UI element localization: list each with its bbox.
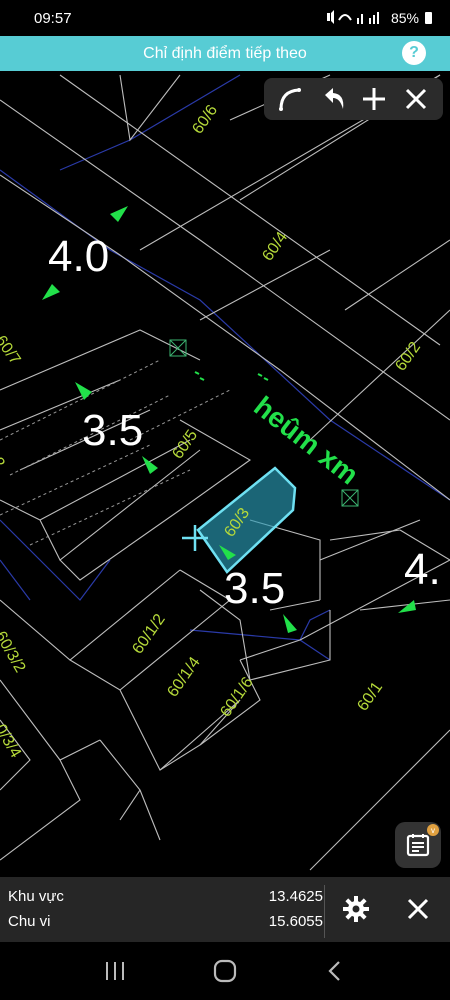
parcel-label: 60/6 [189,102,221,137]
parcel-label: 2 [0,455,8,472]
recent-apps-icon [106,962,124,980]
parcel-label: 60/1 [354,679,386,714]
signal-icon [326,9,379,24]
status-time: 09:57 [34,9,72,27]
header-bar: Chỉ định điểm tiếp theo ? [0,36,450,71]
perimeter-value: 15.6055 [268,913,323,930]
help-icon: ? [409,44,419,61]
close-panel-button[interactable] [402,893,434,925]
help-button[interactable]: ? [402,41,426,65]
back-icon [328,961,340,981]
home-icon [213,959,237,983]
parcel-label: 60/3/2 [0,629,29,676]
map-canvas[interactable]: 60/6 60/4 60/7 60/2 60/5 2 60/3 60/3/2 60/1/2 60/… [0,71,450,877]
close-icon [407,898,429,920]
dimension-label: 3.5 [224,564,285,613]
status-right: 85% [325,9,432,27]
undo-button[interactable] [315,81,351,117]
status-icons [325,9,385,27]
area-row: Khu vực 13.4625 [8,888,323,905]
area-value: 13.4625 [268,888,323,905]
parcel-label: 60/2 [392,339,424,374]
draw-toolbar [264,78,443,120]
page-title: Chỉ định điểm tiếp theo [143,44,307,62]
parcel-label: 60/7 [0,333,24,368]
panel-divider [324,885,325,938]
labels-layer: 60/660/460/7 60/260/5260/360/3/2 60/1/260/… [0,102,441,761]
parcel-label: 60/1/4 [164,654,203,700]
parcel-label: 60/3 [221,505,253,540]
gear-icon [343,896,369,922]
perimeter-label: Chu vi [8,913,51,930]
dimension-label: 4.0 [48,232,109,281]
measurement-panel: Khu vực 13.4625 Chu vi 15.6055 [0,877,450,942]
battery-level: 85% [390,10,419,26]
road-label: heûm xm [248,390,364,490]
perimeter-row: Chu vi 15.6055 [8,913,323,930]
notes-button[interactable]: v [395,822,441,868]
parcel-label: 60/1/2 [129,611,168,657]
dimension-label: 3.5 [82,406,143,455]
close-icon [406,88,427,110]
recent-apps-button[interactable] [95,951,135,991]
plus-icon [363,88,386,110]
undo-icon [324,88,343,109]
parcel-label: 60/5 [169,427,201,462]
cancel-draw-button[interactable] [398,81,434,117]
back-button[interactable] [315,951,355,991]
area-label: Khu vực [8,888,64,905]
arc-icon [278,88,301,111]
dimension-label: 4. [404,545,441,594]
notes-icon [406,834,430,857]
arc-tool-button[interactable] [273,81,309,117]
notes-badge: v [427,824,439,836]
home-button[interactable] [205,951,245,991]
battery-icon [425,12,432,24]
parcel-label: 60/4 [259,229,291,264]
status-bar: 09:57 85% [0,0,450,36]
system-nav-bar [0,942,450,1000]
settings-button[interactable] [340,893,372,925]
parcel-label: 60/1/6 [217,674,256,720]
add-point-button[interactable] [356,81,392,117]
parcel-label: 0/3/4 [0,722,24,761]
